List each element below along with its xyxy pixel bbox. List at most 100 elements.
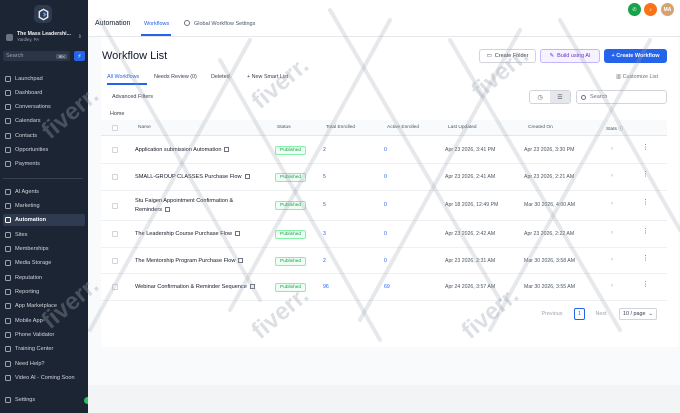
page-number-button[interactable]: 1	[574, 308, 585, 320]
chevron-right-icon[interactable]: ›	[611, 173, 613, 179]
sidebar-item-reputation[interactable]: Reputation	[3, 272, 85, 284]
sidebar-item-reporting[interactable]: Reporting	[3, 286, 85, 298]
more-options-icon[interactable]: ⋮	[642, 171, 649, 178]
sidebar-item-marketing[interactable]: Marketing	[3, 200, 85, 212]
next-page-button[interactable]: Next	[590, 308, 612, 320]
chevron-right-icon[interactable]: ›	[611, 230, 613, 236]
sidebar-item-calendars[interactable]: Calendars	[3, 115, 85, 127]
sidebar-item-payments[interactable]: Payments	[3, 158, 85, 170]
table-row[interactable]: The Leadership Course Purchase Flow Publ…	[101, 221, 667, 248]
sidebar-item-ai-agents[interactable]: AI Agents	[3, 186, 85, 198]
row-checkbox[interactable]	[112, 284, 118, 290]
sidebar-item-training-center[interactable]: Training Center	[3, 343, 85, 355]
sidebar-item-contacts[interactable]: Contacts	[3, 130, 85, 142]
active-enrolled[interactable]: 69	[384, 284, 390, 290]
tab-needs-review[interactable]: Needs Review (0)	[154, 74, 197, 80]
active-enrolled[interactable]: 0	[384, 147, 387, 153]
more-options-icon[interactable]: ⋮	[642, 228, 649, 235]
sidebar-item-media-storage[interactable]: Media Storage	[3, 257, 85, 269]
sidebar-item-video-ai[interactable]: Video AI - Coming Soon	[3, 372, 85, 384]
chevron-right-icon[interactable]: ›	[611, 257, 613, 263]
row-checkbox[interactable]	[112, 231, 118, 237]
search-shortcut: ⌘K	[56, 53, 67, 59]
clock-view-button[interactable]: ◷	[530, 91, 550, 103]
active-enrolled[interactable]: 0	[384, 174, 387, 180]
sidebar-item-launchpad[interactable]: Launchpad	[3, 73, 85, 85]
quick-action-button[interactable]: ⚡	[74, 51, 85, 61]
notifications-button[interactable]: ♪	[644, 3, 657, 16]
customize-list-button[interactable]: ▥ Customize List	[616, 74, 658, 80]
workflow-name-link[interactable]: Application submission Automation	[135, 146, 253, 155]
sidebar-search[interactable]: Search ⌘K	[3, 51, 70, 61]
total-enrolled[interactable]: 2	[323, 258, 326, 264]
column-header-status[interactable]: Status	[277, 125, 291, 130]
more-options-icon[interactable]: ⋮	[642, 144, 649, 151]
sidebar-item-opportunities[interactable]: Opportunities	[3, 144, 85, 156]
workflow-name-link[interactable]: Webinar Confirmation & Reminder Sequence	[135, 283, 275, 292]
sidebar-item-need-help[interactable]: Need Help?	[3, 358, 85, 370]
table-row[interactable]: Webinar Confirmation & Reminder Sequence…	[101, 274, 667, 301]
sidebar-item-mobile-app[interactable]: Mobile App	[3, 315, 85, 327]
workflow-name-link[interactable]: The Mentorship Program Purchase Flow	[135, 257, 253, 266]
column-header-last-updated[interactable]: Last Updated	[448, 125, 477, 130]
table-row[interactable]: Stu Faigen Appointment Confirmation & Re…	[101, 191, 667, 221]
more-options-icon[interactable]: ⋮	[642, 199, 649, 206]
sidebar-item-conversations[interactable]: Conversations	[3, 101, 85, 113]
column-header-name[interactable]: Name	[138, 125, 151, 130]
sidebar-item-sites[interactable]: Sites	[3, 229, 85, 241]
active-enrolled[interactable]: 0	[384, 258, 387, 264]
active-enrolled[interactable]: 0	[384, 231, 387, 237]
bolt-icon: ⚡	[77, 53, 82, 60]
sidebar-item-memberships[interactable]: Memberships	[3, 243, 85, 255]
build-using-ai-button[interactable]: ✎ Build using AI	[540, 49, 600, 63]
list-view-button[interactable]: ☰	[550, 91, 570, 103]
create-workflow-button[interactable]: + Create Workflow	[604, 49, 667, 63]
table-row[interactable]: SMALL-GROUP CLASSES Purchase Flow Publis…	[101, 164, 667, 191]
workflow-name-link[interactable]: Stu Faigen Appointment Confirmation & Re…	[135, 197, 253, 215]
app-logo[interactable]	[34, 5, 52, 23]
tab-workflows[interactable]: Workflows	[144, 21, 169, 27]
total-enrolled[interactable]: 2	[323, 147, 326, 153]
previous-page-button[interactable]: Previous	[535, 308, 569, 320]
workflow-name-link[interactable]: SMALL-GROUP CLASSES Purchase Flow	[135, 173, 253, 182]
sidebar-item-automation[interactable]: Automation	[3, 214, 85, 226]
tab-global-workflow-settings[interactable]: Global Workflow Settings	[194, 21, 255, 27]
advanced-filters-button[interactable]: Advanced Filters	[112, 94, 153, 100]
account-switcher[interactable]: The Mass Leadershi... Yardley, PA ⇕	[3, 29, 85, 45]
chevron-right-icon[interactable]: ›	[611, 283, 613, 289]
total-enrolled[interactable]: 3	[323, 231, 326, 237]
sidebar-item-phone-validator[interactable]: Phone Validator	[3, 329, 85, 341]
select-all-checkbox[interactable]	[112, 125, 118, 131]
tab-deleted[interactable]: Deleted	[211, 74, 230, 80]
total-enrolled[interactable]: 96	[323, 284, 329, 290]
sidebar-item-app-marketplace[interactable]: App Marketplace	[3, 300, 85, 312]
breadcrumb[interactable]: Home	[110, 111, 124, 117]
column-header-active-enrolled[interactable]: Active Enrolled	[387, 125, 419, 130]
total-enrolled[interactable]: 5	[323, 202, 326, 208]
row-checkbox[interactable]	[112, 258, 118, 264]
column-header-stats[interactable]: Stats ⓘ	[606, 125, 623, 132]
new-smart-list-button[interactable]: + New Smart List	[247, 74, 288, 80]
table-row[interactable]: The Mentorship Program Purchase Flow Pub…	[101, 248, 667, 274]
total-enrolled[interactable]: 5	[323, 174, 326, 180]
workflow-name-link[interactable]: The Leadership Course Purchase Flow	[135, 230, 253, 239]
chevron-right-icon[interactable]: ›	[611, 201, 613, 207]
column-header-total-enrolled[interactable]: Total Enrolled	[326, 125, 355, 130]
search-input[interactable]: Search	[576, 90, 667, 104]
more-options-icon[interactable]: ⋮	[642, 281, 649, 288]
active-enrolled[interactable]: 0	[384, 202, 387, 208]
row-checkbox[interactable]	[112, 147, 118, 153]
avatar[interactable]: MA	[661, 3, 674, 16]
create-folder-button[interactable]: ▭ Create Folder	[479, 49, 536, 63]
row-checkbox[interactable]	[112, 174, 118, 180]
phone-button[interactable]: ✆	[628, 3, 641, 16]
column-header-created-on[interactable]: Created On	[528, 125, 553, 130]
sidebar-item-dashboard[interactable]: Dashboard	[3, 87, 85, 99]
more-options-icon[interactable]: ⋮	[642, 255, 649, 262]
tab-all-workflows[interactable]: All Workflows	[107, 74, 139, 80]
table-row[interactable]: Application submission Automation Publis…	[101, 137, 667, 164]
chevron-right-icon[interactable]: ›	[611, 146, 613, 152]
page-size-select[interactable]: 10 / page ⌄	[619, 308, 657, 320]
sidebar-item-settings[interactable]: Settings	[3, 394, 85, 406]
row-checkbox[interactable]	[112, 203, 118, 209]
